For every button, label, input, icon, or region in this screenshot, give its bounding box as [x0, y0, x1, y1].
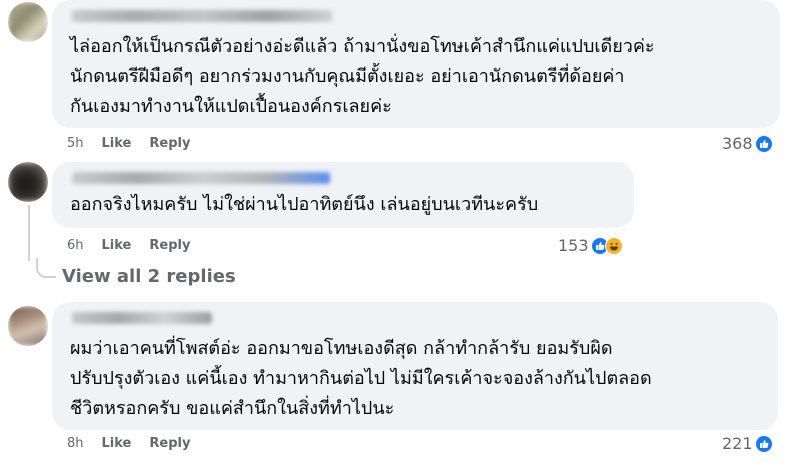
comment-text-line: ชีวิตหรอกครับ ขอแค่สำนึกในสิ่งที่ทำไปนะ: [70, 398, 395, 419]
author-name-redacted[interactable]: [72, 10, 332, 22]
comment-text-line: ผมว่าเอาคนที่โพสต์อ่ะ ออกมาขอโทษเองดีสุด…: [70, 338, 613, 359]
reaction-count: 153: [558, 236, 589, 255]
reaction-summary[interactable]: 368: [722, 134, 773, 153]
like-button[interactable]: Like: [102, 238, 132, 253]
comment-text-line: ออกจริงไหมครับ ไม่ใช่ผ่านไปอาทิตย์นึง เล…: [70, 194, 539, 215]
timestamp[interactable]: 6h: [67, 238, 84, 253]
comment-text-line: นักดนตรีฝีมือดีๆ อยากร่วมงานกับคุณมีตั้ง…: [70, 66, 625, 87]
comment-bubble: ไล่ออกให้เป็นกรณีตัวอย่างอ่ะดีแล้ว ถ้ามา…: [52, 0, 780, 128]
avatar[interactable]: [8, 2, 48, 42]
comment-actions: 5h Like Reply: [67, 136, 190, 151]
comment-actions: 6h Like Reply: [67, 238, 190, 253]
comment-actions: 8h Like Reply: [67, 436, 190, 451]
like-icon: [754, 134, 773, 153]
comment-text-line: ปรับปรุงตัวเอง แค่นี้เอง ทำมาหากินต่อไป …: [70, 368, 652, 389]
reaction-summary[interactable]: 153: [558, 236, 623, 255]
reaction-summary[interactable]: 221: [722, 434, 773, 453]
reaction-count: 221: [722, 434, 753, 453]
like-icon: [754, 434, 773, 453]
avatar[interactable]: [8, 162, 48, 202]
comment-text-line: กันเองมาทำงานให้แปดเปื้อนองค์กรเลยค่ะ: [70, 96, 392, 117]
haha-icon: [604, 236, 623, 255]
reply-button[interactable]: Reply: [149, 436, 190, 451]
comment-bubble: ออกจริงไหมครับ ไม่ใช่ผ่านไปอาทิตย์นึง เล…: [52, 162, 634, 228]
reply-button[interactable]: Reply: [149, 238, 190, 253]
reaction-count: 368: [722, 134, 753, 153]
avatar[interactable]: [8, 306, 48, 346]
reply-connector: [36, 258, 56, 278]
like-button[interactable]: Like: [102, 436, 132, 451]
thread-connector: [28, 205, 30, 261]
author-name-redacted[interactable]: [72, 172, 330, 184]
comment-text-line: ไล่ออกให้เป็นกรณีตัวอย่างอ่ะดีแล้ว ถ้ามา…: [70, 36, 655, 57]
view-all-replies-link[interactable]: View all 2 replies: [62, 266, 236, 287]
like-button[interactable]: Like: [102, 136, 132, 151]
reply-button[interactable]: Reply: [149, 136, 190, 151]
timestamp[interactable]: 8h: [67, 436, 84, 451]
comment-bubble: ผมว่าเอาคนที่โพสต์อ่ะ ออกมาขอโทษเองดีสุด…: [52, 302, 778, 430]
timestamp[interactable]: 5h: [67, 136, 84, 151]
author-name-redacted[interactable]: [72, 312, 212, 324]
